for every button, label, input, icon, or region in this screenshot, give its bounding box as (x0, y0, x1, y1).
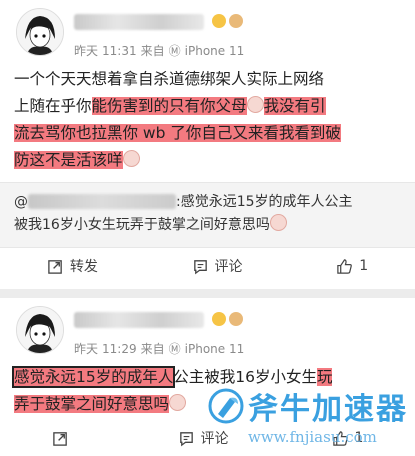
comment-icon (179, 431, 193, 446)
post-date: 昨天 (74, 44, 99, 58)
comment-label: 评论 (214, 259, 243, 275)
post-time: 11:31 (102, 43, 137, 58)
post-line: 防这不是活该咩 (14, 147, 404, 174)
post-body: 一个个天天想着拿自杀道德绑架人实际上网络 上随在乎你能伤害到的只有你父母 我没有引… (14, 66, 404, 174)
repost-icon (52, 431, 67, 446)
quote-body: @ :感觉永远15岁的成年人公主 被我16岁小女生玩弄于鼓掌之间好意思吗 (14, 191, 404, 237)
highlighted-text: 能伤害到的只有你父母 (91, 97, 247, 115)
comment-button[interactable]: 评论 (192, 256, 243, 276)
axe-logo-icon (208, 388, 244, 424)
repost-label: 转发 (69, 259, 98, 275)
mi-logo-icon: Ⓜ (168, 342, 181, 356)
vip-crown-icon (212, 312, 226, 326)
post-date: 昨天 (74, 342, 99, 356)
post-meta: 昨天 11:31 来自 Ⓜ iPhone 11 (74, 42, 244, 59)
emoji-icon (269, 214, 287, 231)
repost-icon (48, 259, 62, 274)
action-bar: 转发 评论 1 (0, 254, 415, 278)
highlighted-text: 防这不是活该咩 (14, 151, 123, 169)
medal-icon (229, 312, 243, 326)
highlighted-text: 我没有引 (263, 97, 326, 115)
medal-icon (229, 14, 243, 28)
repost-button[interactable] (52, 430, 75, 447)
user-avatar[interactable] (16, 8, 64, 56)
comment-icon (193, 259, 207, 274)
like-button[interactable]: 1 (336, 258, 368, 275)
watermark: 斧牛加速器 www.fnjiasu.com (208, 382, 415, 456)
user-badges (212, 14, 243, 28)
blurred-username[interactable] (74, 14, 204, 30)
boxed-highlighted-text: 感觉永远15岁的成年人 (11, 366, 176, 388)
watermark-url: www.fnjiasu.com (248, 428, 377, 446)
quote-line: @ :感觉永远15岁的成年人公主 (14, 191, 404, 214)
emoji-icon (122, 150, 140, 167)
repost-button[interactable]: 转发 (47, 256, 98, 276)
highlighted-text: 流去骂你也拉黑你 wb 了你自己又来看我看到破 (14, 124, 341, 142)
quoted-post[interactable]: @ :感觉永远15岁的成年人公主 被我16岁小女生玩弄于鼓掌之间好意思吗 (0, 182, 415, 248)
vip-crown-icon (212, 14, 226, 28)
text-plain: 上随在乎你 (14, 97, 92, 115)
watermark-title: 斧牛加速器 (248, 392, 408, 427)
blurred-username[interactable] (74, 312, 204, 328)
source-prefix: 来自 (140, 342, 165, 356)
post-line: 上随在乎你能伤害到的只有你父母 我没有引 (14, 93, 404, 120)
user-badges (212, 312, 243, 326)
quote-text-1: :感觉永远15岁的成年人公主 (176, 194, 353, 210)
blurred-mention[interactable] (28, 194, 176, 209)
post-line: 一个个天天想着拿自杀道德绑架人实际上网络 (14, 70, 325, 88)
post-line: 流去骂你也拉黑你 wb 了你自己又来看我看到破 (14, 120, 404, 147)
thumbs-up-icon (337, 258, 353, 274)
quote-text-2: 被我16岁小女生玩弄于鼓掌之间好意思吗 (14, 217, 270, 233)
highlighted-text: 弄于鼓掌之间好意思吗 (14, 395, 170, 413)
user-avatar[interactable] (16, 306, 64, 354)
source-prefix: 来自 (140, 44, 165, 58)
quote-line: 被我16岁小女生玩弄于鼓掌之间好意思吗 (14, 214, 404, 237)
mention-at: @ (14, 194, 28, 210)
weibo-post-1: 昨天 11:31 来自 Ⓜ iPhone 11 一个个天天想着拿自杀道德绑架人实… (0, 0, 415, 289)
emoji-icon (169, 394, 187, 411)
post-meta: 昨天 11:29 来自 Ⓜ iPhone 11 (74, 340, 244, 357)
device-name[interactable]: iPhone 11 (185, 342, 245, 356)
post-time: 11:29 (102, 341, 137, 356)
like-count: 1 (359, 258, 369, 274)
device-name[interactable]: iPhone 11 (185, 44, 245, 58)
emoji-icon (246, 96, 264, 113)
mi-logo-icon: Ⓜ (168, 44, 181, 58)
